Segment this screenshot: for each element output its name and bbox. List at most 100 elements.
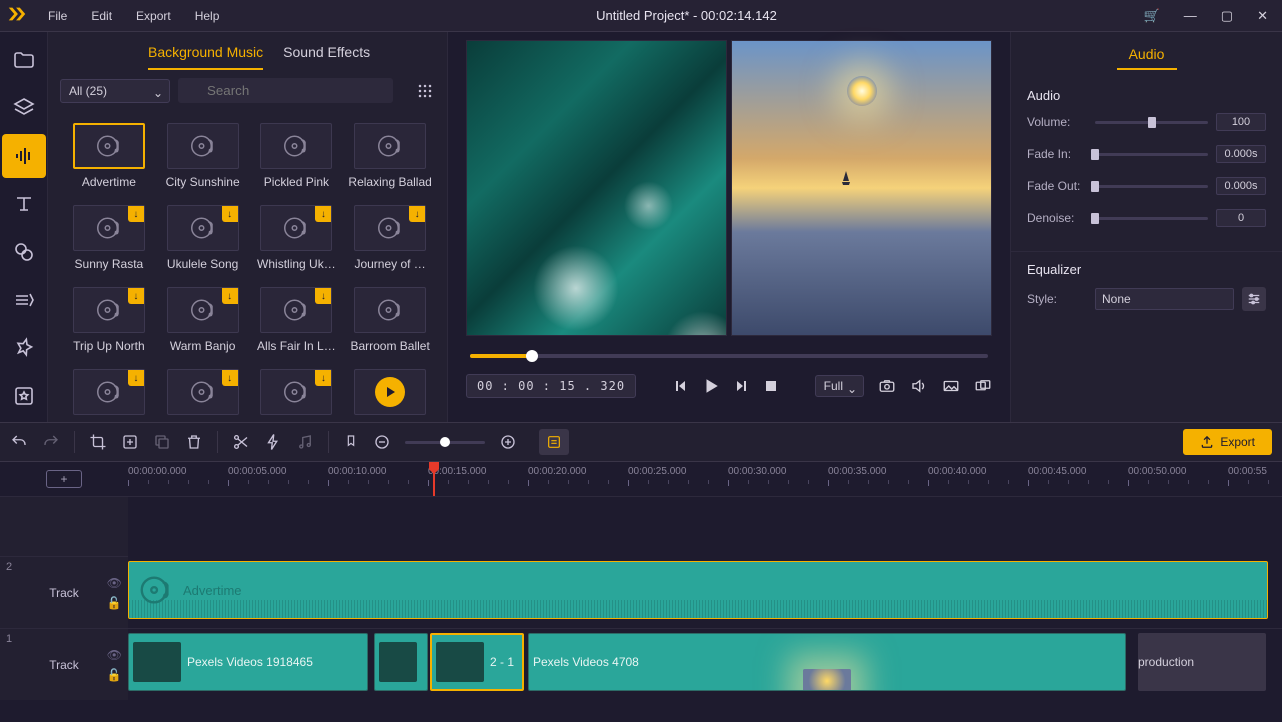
timeline-playhead[interactable] [433,462,435,496]
music-item[interactable]: ↓Alls Fair In L… [252,281,342,359]
clip-video[interactable]: 2 - 1 [430,633,524,691]
detach-button[interactable] [974,377,992,395]
chevron-down-icon: ⌄ [847,382,857,396]
clip-video[interactable]: Pexels Videos 1918465 [128,633,368,691]
maximize-button[interactable]: ▢ [1221,8,1233,24]
music-item[interactable]: ↓Whistling Uk… [252,199,342,277]
zoom-in-button[interactable] [499,433,517,451]
stop-button[interactable] [764,379,778,393]
clip-video[interactable]: Pexels Videos 4708 [528,633,1126,691]
undo-button[interactable] [10,433,28,451]
minimize-button[interactable]: — [1184,8,1197,23]
denoise-value[interactable]: 0 [1216,209,1266,227]
fadeout-slider[interactable] [1095,185,1208,188]
track-body[interactable]: Pexels Videos 1918465 2 - 1Pexels Videos … [128,629,1282,700]
close-button[interactable]: ✕ [1257,8,1268,24]
music-item[interactable]: ↓Foam Rubber [64,363,154,422]
track-header[interactable]: 2Track👁🔓 [0,557,128,628]
volume-slider[interactable] [1095,121,1208,124]
export-button[interactable]: Export [1183,429,1272,455]
eq-style-select[interactable]: None [1095,288,1234,310]
preview-zoom-select[interactable]: Full ⌄ [815,375,864,397]
ruler-tick: 00:00:45.000 [1028,466,1086,477]
category-select[interactable]: All (25) ⌄ [60,79,170,103]
crop-button[interactable] [89,433,107,451]
fadein-value[interactable]: 0.000s [1216,145,1266,163]
add-track-button[interactable]: + [46,470,82,488]
timeline-zoom-slider[interactable] [405,441,485,444]
split-button[interactable] [232,433,250,451]
marker-button[interactable] [343,433,359,451]
sidebar-filters-icon[interactable] [2,230,46,274]
grid-view-icon[interactable] [415,81,435,101]
project-title: Untitled Project* - 00:02:14.142 [229,8,1143,23]
inspector-tab-audio[interactable]: Audio [1011,32,1282,78]
music-item[interactable]: Relaxing Ballad [345,117,435,195]
music-item-label: Warm Banjo [158,339,248,353]
sidebar-elements-icon[interactable] [2,326,46,370]
visibility-icon[interactable]: 👁 [107,648,122,662]
delete-button[interactable] [185,433,203,451]
fadein-slider[interactable] [1095,153,1208,156]
sidebar-favorites-icon[interactable] [2,374,46,418]
cart-icon[interactable]: 🛒 [1144,8,1160,24]
volume-value[interactable]: 100 [1216,113,1266,131]
denoise-slider[interactable] [1095,217,1208,220]
volume-button[interactable] [910,377,928,395]
sidebar-text-icon[interactable] [2,182,46,226]
timeline-ruler[interactable]: + 00:00:00.00000:00:05.00000:00:10.00000… [0,462,1282,496]
clip-overlay[interactable]: production [1138,633,1266,691]
tab-background-music[interactable]: Background Music [148,44,263,70]
lock-icon[interactable]: 🔓 [107,596,122,610]
track-header[interactable]: 1Track👁🔓 [0,629,128,700]
music-item[interactable]: City Sunshine [158,117,248,195]
eq-settings-button[interactable] [1242,287,1266,311]
snapshot-button[interactable] [878,377,896,395]
music-item[interactable]: ↓Frogs Legs … [158,363,248,422]
audio-clip-button[interactable] [296,433,314,451]
timeline-settings-button[interactable] [539,429,569,455]
left-sidebar [0,32,48,422]
playhead-knob[interactable] [526,350,538,362]
visibility-icon[interactable]: 👁 [107,576,122,590]
sidebar-audio-icon[interactable] [2,134,46,178]
menu-help[interactable]: Help [185,5,230,27]
clip-video[interactable] [374,633,428,691]
fadeout-value[interactable]: 0.000s [1216,177,1266,195]
music-item[interactable]: ↓Ukulele Song [158,199,248,277]
music-item[interactable]: Silly Intro [345,363,435,422]
copy-button[interactable] [153,433,171,451]
aspect-button[interactable] [942,377,960,395]
prev-frame-button[interactable] [672,378,688,394]
lock-icon[interactable]: 🔓 [107,668,122,682]
search-input[interactable] [178,78,393,103]
sidebar-media-icon[interactable] [2,38,46,82]
preview-split-right [731,40,992,336]
add-clip-button[interactable] [121,433,139,451]
play-button[interactable] [702,377,720,395]
music-item[interactable]: ↓Sunny Rasta [64,199,154,277]
music-item[interactable]: Barroom Ballet [345,281,435,359]
music-item[interactable]: ↓My Giant Bu… [252,363,342,422]
sidebar-transitions-icon[interactable] [2,278,46,322]
clip-audio[interactable]: Advertime [128,561,1268,619]
music-item[interactable]: Advertime [64,117,154,195]
speed-button[interactable] [264,433,282,451]
redo-button[interactable] [42,433,60,451]
fadeout-label: Fade Out: [1027,179,1087,193]
preview-seek-bar[interactable] [466,354,992,358]
music-grid: AdvertimeCity SunshinePickled PinkRelaxi… [48,111,447,422]
menu-export[interactable]: Export [126,5,181,27]
sidebar-layers-icon[interactable] [2,86,46,130]
menu-edit[interactable]: Edit [81,5,122,27]
ruler-tick: 00:00:25.000 [628,466,686,477]
menu-file[interactable]: File [38,5,77,27]
music-item[interactable]: ↓Trip Up North [64,281,154,359]
zoom-out-button[interactable] [373,433,391,451]
music-item[interactable]: ↓Journey of … [345,199,435,277]
track-body[interactable]: Advertime [128,557,1282,628]
music-item[interactable]: Pickled Pink [252,117,342,195]
next-frame-button[interactable] [734,378,750,394]
tab-sound-effects[interactable]: Sound Effects [283,44,370,70]
music-item[interactable]: ↓Warm Banjo [158,281,248,359]
